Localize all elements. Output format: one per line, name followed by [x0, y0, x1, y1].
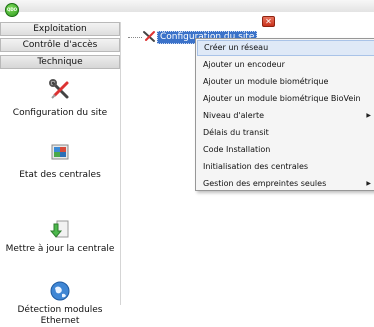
globe-network-icon — [50, 281, 70, 301]
app-logo-icon: QDO — [5, 3, 19, 17]
submenu-arrow-icon: ▶ — [366, 180, 371, 187]
wrench-screwdriver-icon — [143, 31, 155, 42]
menu-item-creer-reseau[interactable]: Créer un réseau — [197, 40, 374, 56]
menu-item-label: Gestion des empreintes seules — [203, 179, 327, 188]
menu-item-label: Ajouter un module biométrique BioVein — [203, 94, 361, 103]
wrench-screwdriver-icon — [49, 79, 69, 99]
panel-divider — [120, 22, 121, 305]
tab-exploitation[interactable]: Exploitation — [0, 22, 120, 36]
menu-item-code-installation[interactable]: Code Installation — [197, 142, 374, 158]
menu-item-ajouter-encodeur[interactable]: Ajouter un encodeur — [197, 57, 374, 73]
menu-item-delais-transit[interactable]: Délais du transit — [197, 125, 374, 141]
tab-technique[interactable]: Technique — [0, 55, 120, 69]
left-navigation-panel: Exploitation Contrôle d'accès Technique … — [0, 22, 121, 326]
menu-item-label: Initialisation des centrales — [203, 162, 309, 171]
menu-item-label: Créer un réseau — [204, 43, 269, 52]
menu-item-label: Ajouter un module biométrique — [203, 77, 329, 86]
menu-item-label: Ajouter un encodeur — [203, 60, 285, 69]
close-icon[interactable]: ✕ — [262, 16, 275, 27]
tab-controle-acces[interactable]: Contrôle d'accès — [0, 38, 120, 52]
menu-item-niveau-alerte[interactable]: Niveau d'alerte ▶ — [197, 108, 374, 124]
submenu-arrow-icon: ▶ — [366, 112, 371, 119]
context-menu: Créer un réseau Ajouter un encodeur Ajou… — [195, 38, 374, 191]
menu-item-initialisation-centrales[interactable]: Initialisation des centrales — [197, 159, 374, 175]
tree-connector-line — [128, 37, 142, 38]
status-blocks-icon — [51, 144, 69, 160]
nav-item-label: Configuration du site — [12, 108, 108, 118]
menu-item-label: Délais du transit — [203, 128, 269, 137]
nav-item-label: Détection modules Ethernet — [17, 305, 103, 326]
nav-item-label: Etat des centrales — [19, 170, 101, 180]
menu-item-ajouter-module-biometrique[interactable]: Ajouter un module biométrique — [197, 74, 374, 90]
menu-item-label: Niveau d'alerte — [203, 111, 265, 120]
download-arrow-icon — [49, 220, 69, 238]
nav-item-label: Mettre à jour la centrale — [5, 244, 115, 254]
menu-item-gestion-empreintes[interactable]: Gestion des empreintes seules ▶ — [197, 176, 374, 192]
menu-item-ajouter-module-biovein[interactable]: Ajouter un module biométrique BioVein — [197, 91, 374, 107]
menu-item-label: Code Installation — [203, 145, 271, 154]
